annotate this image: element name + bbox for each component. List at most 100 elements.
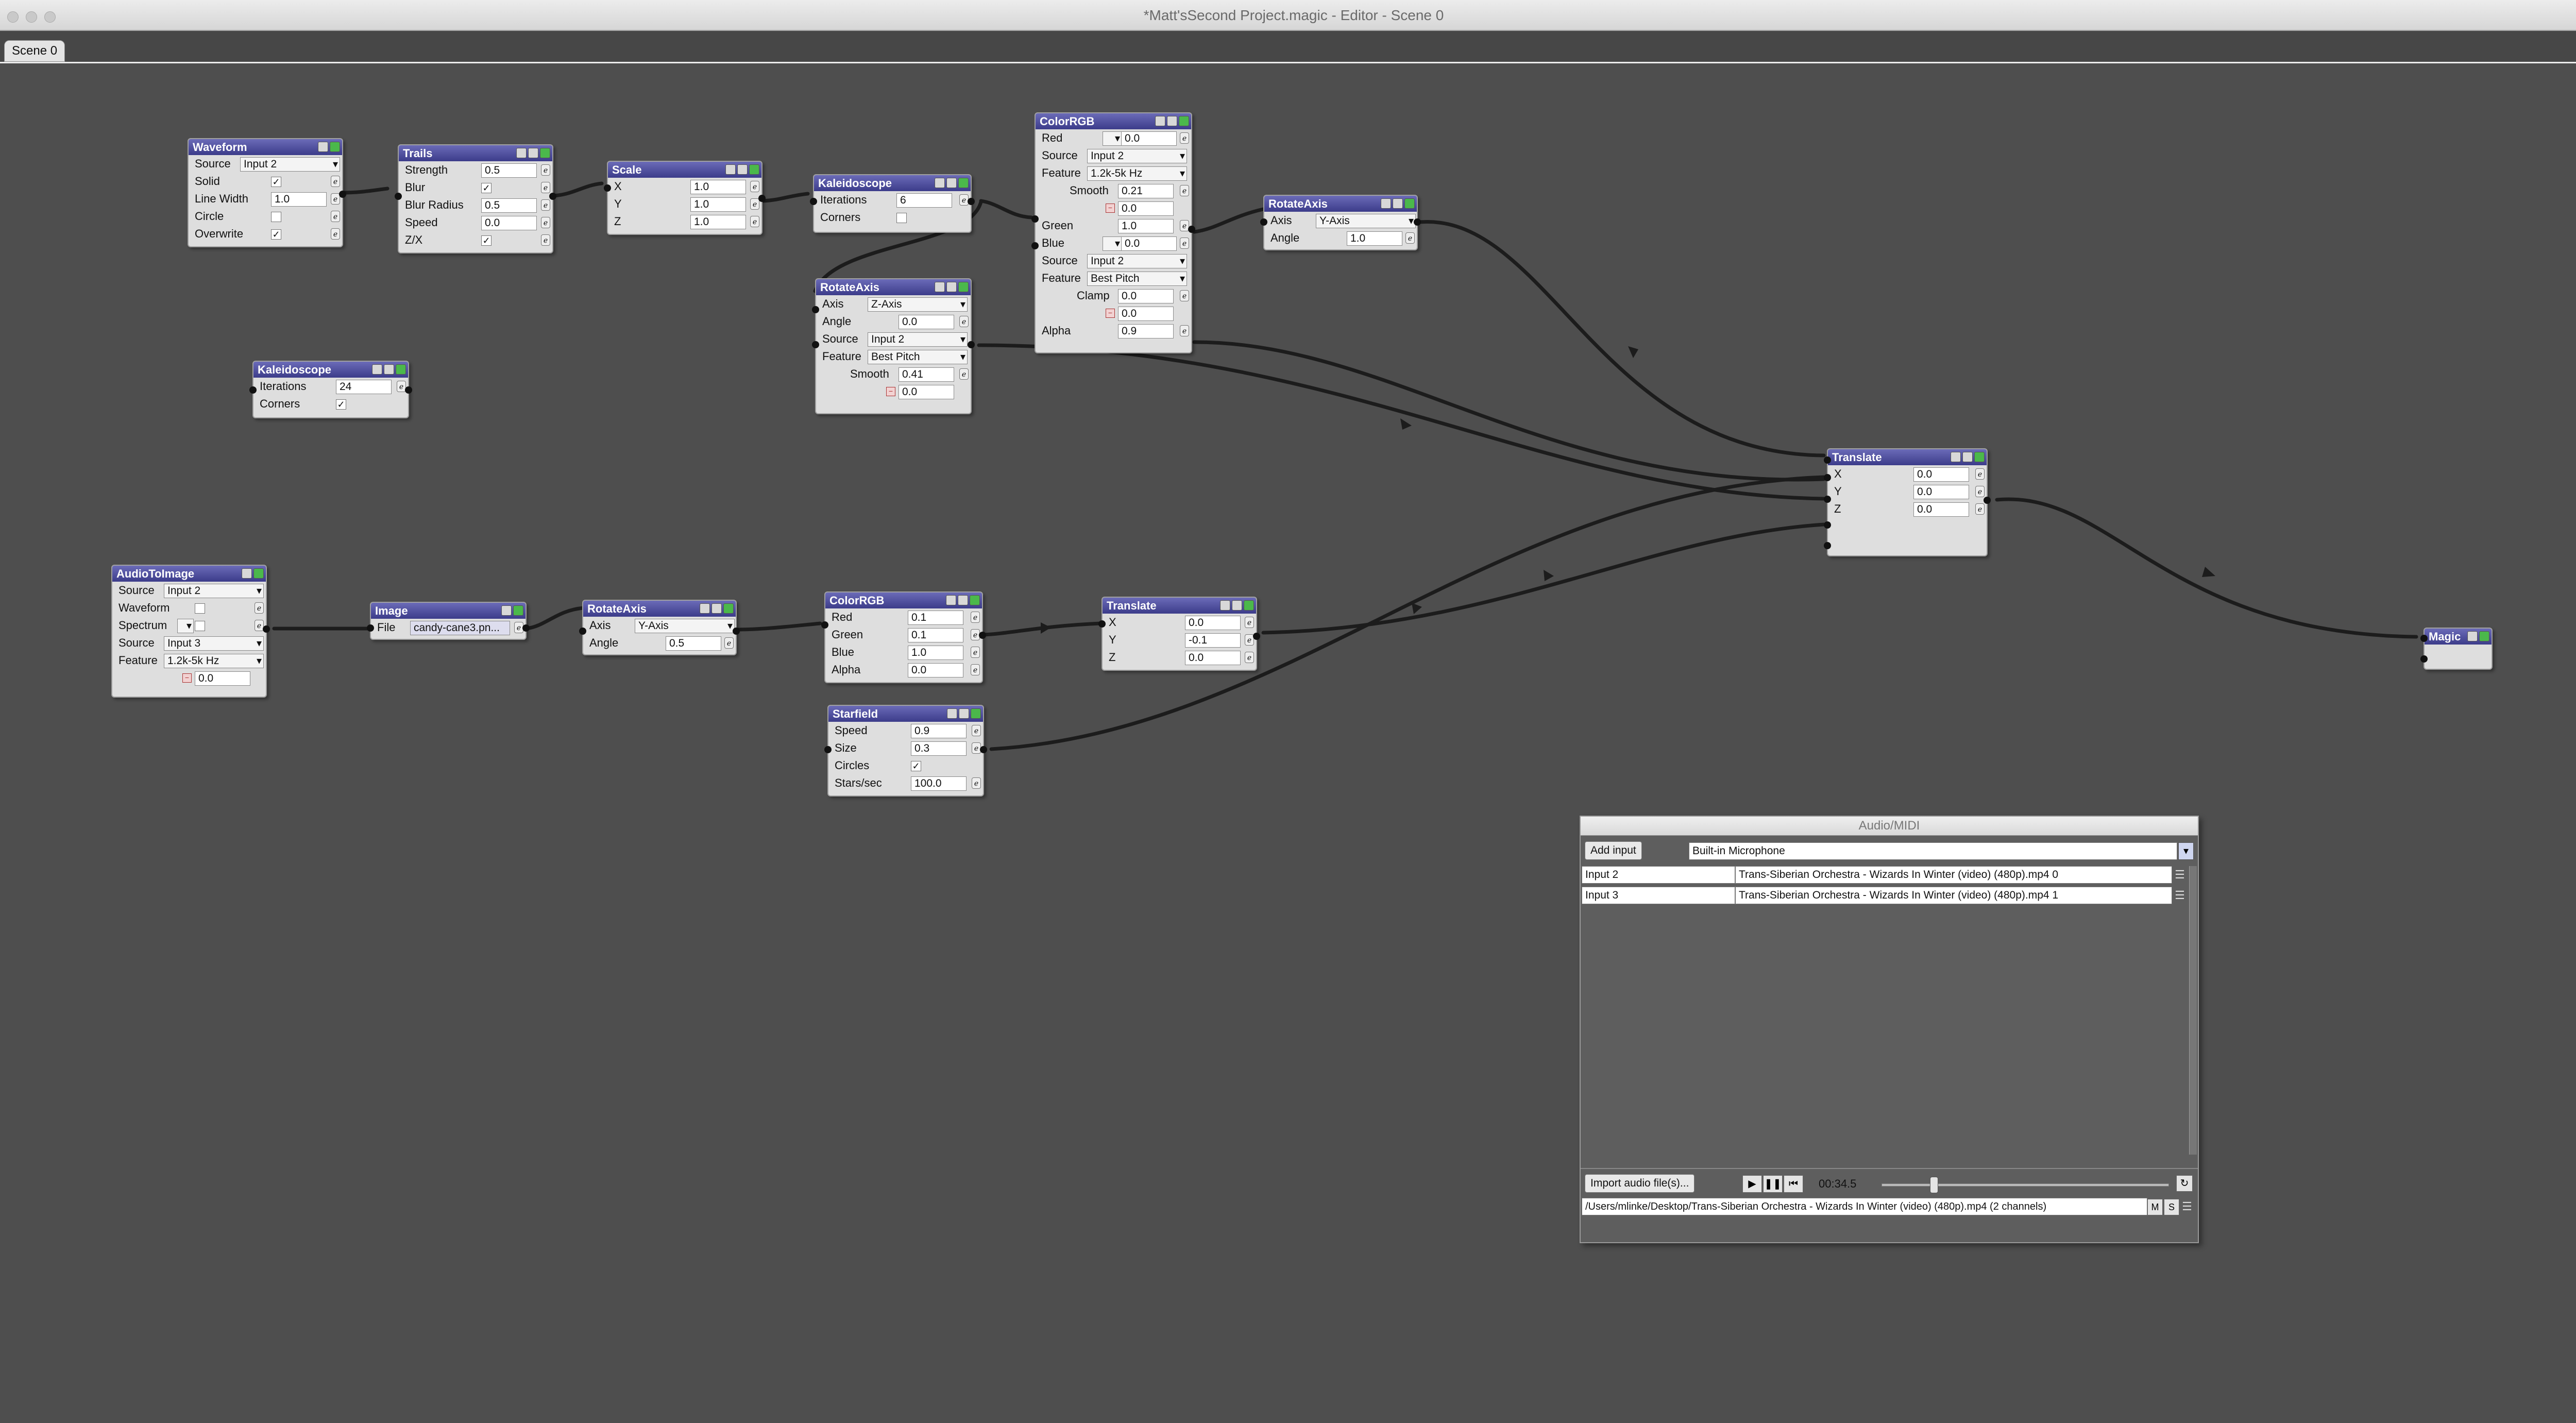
enable-icon[interactable]	[330, 142, 340, 152]
pin-icon[interactable]: ℯ	[724, 637, 734, 649]
collapse-icon[interactable]	[725, 164, 736, 175]
collapse-icon[interactable]	[947, 708, 957, 719]
iterations-field[interactable]: 24	[336, 380, 392, 394]
node-rotateaxis[interactable]: RotateAxis Axis Y-Axis Angle 0.5ℯ	[579, 600, 740, 655]
node-header[interactable]: Scale	[608, 162, 761, 178]
input-port[interactable]	[812, 341, 819, 348]
pin-icon[interactable]: ℯ	[971, 612, 980, 623]
strength-field[interactable]: 0.5	[481, 163, 537, 178]
file-field[interactable]: candy-cane3.pn...	[410, 621, 510, 635]
enable-icon[interactable]	[958, 282, 969, 292]
green-field[interactable]: 0.1	[908, 628, 963, 642]
pin-icon[interactable]: ℯ	[331, 211, 340, 222]
settings-icon[interactable]	[946, 178, 957, 188]
blur-radius-field[interactable]: 0.5	[481, 198, 537, 213]
input-port[interactable]	[579, 628, 586, 635]
pause-icon[interactable]: ❚❚	[1763, 1175, 1783, 1193]
output-port[interactable]	[980, 746, 987, 753]
input-port[interactable]	[1031, 215, 1039, 223]
pin-icon[interactable]: ℯ	[1975, 503, 1985, 515]
collapse-icon[interactable]	[935, 178, 945, 188]
speed-field[interactable]: 0.9	[911, 724, 967, 738]
collapse-icon[interactable]	[318, 142, 328, 152]
angle-field[interactable]: 1.0	[1347, 231, 1402, 246]
input-port[interactable]	[812, 306, 819, 313]
size-field[interactable]: 0.3	[911, 741, 967, 756]
collapse-icon[interactable]	[516, 148, 527, 158]
node-translate[interactable]: Translate X 0.0 ℯ Y -0.1 ℯ Z 0.0 ℯ	[1098, 597, 1260, 671]
input-port[interactable]	[395, 193, 402, 200]
output-port[interactable]	[1984, 497, 1991, 504]
node-starfield[interactable]: Starfield Speed 0.9 ℯ Size 0.3 ℯ Circles ✓ St…	[824, 705, 987, 797]
collapse-icon[interactable]	[1155, 116, 1165, 126]
settings-icon[interactable]	[946, 282, 957, 292]
z-field[interactable]: 1.0	[690, 215, 746, 229]
output-port[interactable]	[968, 198, 975, 205]
x-field[interactable]: 0.0	[1913, 467, 1969, 482]
node-header[interactable]: Magic	[2425, 629, 2492, 645]
enable-icon[interactable]	[1974, 452, 1985, 462]
axis-dropdown[interactable]: Y-Axis	[635, 619, 735, 633]
source-dropdown[interactable]: Input 2	[164, 584, 264, 598]
node-magic[interactable]: Magic	[2420, 628, 2493, 670]
circle-checkbox[interactable]	[271, 212, 281, 222]
output-port[interactable]	[1188, 226, 1195, 233]
node-translate[interactable]: Translate X 0.0 ℯ Y 0.0 ℯ Z 0.0 ℯ	[1824, 448, 1991, 556]
blue-field[interactable]: 1.0	[908, 646, 963, 660]
pin-icon[interactable]: ℯ	[255, 602, 264, 614]
settings-icon[interactable]	[711, 603, 722, 614]
red-field[interactable]: 0.1	[908, 611, 963, 625]
axis-dropdown[interactable]: Z-Axis	[868, 297, 968, 312]
input-port[interactable]	[2420, 635, 2428, 642]
source-dropdown[interactable]: Input 2	[1087, 149, 1187, 163]
corners-checkbox[interactable]	[896, 213, 907, 223]
import-audio-button[interactable]: Import audio file(s)...	[1585, 1174, 1695, 1193]
solid-checkbox[interactable]: ✓	[271, 177, 281, 187]
pin-icon[interactable]: ℯ	[1245, 617, 1254, 628]
pin-icon[interactable]: ℯ	[541, 164, 550, 176]
blue-mode-dropdown[interactable]	[1103, 236, 1122, 251]
input-port[interactable]	[821, 621, 828, 629]
mute-button[interactable]: M	[2147, 1199, 2163, 1215]
pin-icon[interactable]: ℯ	[331, 228, 340, 240]
settings-icon[interactable]	[959, 708, 969, 719]
settings-icon[interactable]	[1962, 452, 1973, 462]
x-field[interactable]: 1.0	[690, 180, 746, 194]
input-port[interactable]	[604, 184, 611, 192]
collapse-icon[interactable]	[2467, 631, 2478, 641]
enable-icon[interactable]	[1404, 198, 1415, 209]
collapse-icon[interactable]	[242, 568, 252, 579]
menu-icon[interactable]: ☰	[2173, 889, 2187, 902]
output-port[interactable]	[968, 341, 975, 348]
enable-icon[interactable]	[1179, 116, 1189, 126]
source-dropdown[interactable]: Input 3	[164, 636, 264, 651]
iterations-field[interactable]: 6	[896, 193, 952, 208]
node-header[interactable]: Starfield	[828, 706, 983, 722]
pin-icon[interactable]: ℯ	[1405, 232, 1415, 244]
output-port[interactable]	[733, 628, 740, 635]
alpha-field[interactable]: 0.0	[908, 663, 963, 677]
minus-icon[interactable]: −	[886, 387, 895, 396]
menu-icon[interactable]: ☰	[2180, 1200, 2194, 1213]
zx-checkbox[interactable]: ✓	[481, 235, 492, 246]
enable-icon[interactable]	[970, 595, 980, 605]
angle-field[interactable]: 0.0	[899, 315, 954, 329]
enable-icon[interactable]	[513, 605, 523, 616]
settings-icon[interactable]	[1167, 116, 1177, 126]
feature-dropdown[interactable]: Best Pitch	[1087, 272, 1187, 286]
red-field[interactable]: 0.0	[1121, 131, 1177, 146]
loop-icon[interactable]: ↻	[2176, 1175, 2193, 1192]
node-header[interactable]: RotateAxis	[816, 279, 971, 295]
add-input-button[interactable]: Add input	[1585, 841, 1642, 860]
node-waveform[interactable]: Waveform Source Input 2 Solid ✓ ℯ Line Widt…	[188, 138, 346, 247]
collapse-icon[interactable]	[700, 603, 710, 614]
input-port[interactable]	[1824, 474, 1831, 481]
axis-dropdown[interactable]: Y-Axis	[1316, 214, 1416, 228]
settings-icon[interactable]	[384, 364, 394, 375]
waveform-checkbox[interactable]	[195, 603, 205, 614]
red-mode-dropdown[interactable]	[1103, 131, 1122, 146]
pin-icon[interactable]: ℯ	[750, 198, 759, 210]
node-audiotoimage[interactable]: AudioToImage Source Input 2 Waveform ℯ Spe…	[111, 565, 270, 698]
tab-scene-0[interactable]: Scene 0	[4, 40, 65, 62]
speed-field[interactable]: 0.0	[481, 216, 537, 230]
